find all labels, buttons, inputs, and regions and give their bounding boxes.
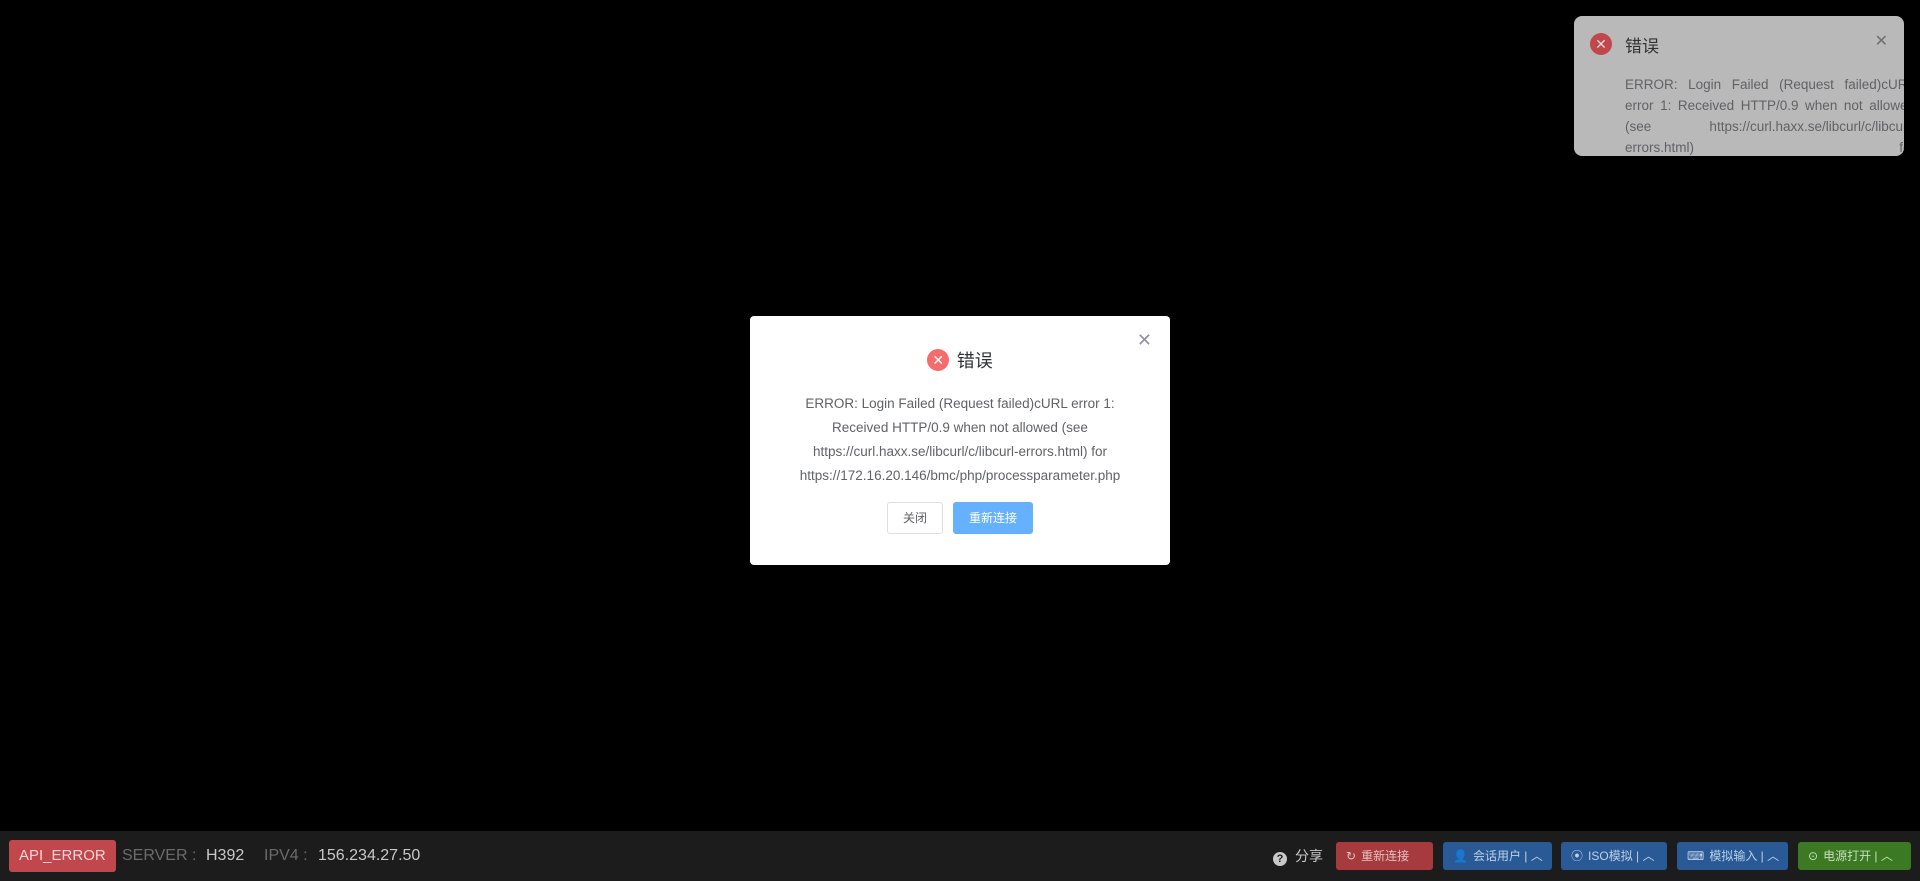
dialog-title: 错误 <box>956 351 993 371</box>
power-label: 电源打开 | ︿ <box>1823 849 1893 863</box>
share-button[interactable]: ? 分享 <box>1273 831 1323 881</box>
disc-icon: ⦿ <box>1571 849 1584 863</box>
status-bar: API_ERROR SERVER : H392 IPV4 : 156.234.2… <box>0 831 1920 881</box>
session-users-button[interactable]: 👤 会话用户 | ︿ <box>1443 842 1552 870</box>
status-badge: API_ERROR <box>9 840 116 872</box>
toast-close-icon[interactable]: ✕ <box>1875 33 1888 51</box>
session-users-label: 会话用户 | ︿ <box>1472 849 1543 863</box>
reconnect-button[interactable]: 重新连接 <box>953 502 1034 534</box>
power-icon: ⊙ <box>1808 849 1819 863</box>
ipv4-label: IPV4 : <box>264 847 308 864</box>
toast-title: 错误 <box>1625 37 1659 56</box>
error-circle-icon: ✕ <box>1590 33 1612 55</box>
share-label: 分享 <box>1295 848 1323 864</box>
virtual-input-label: 模拟输入 | ︿ <box>1709 849 1780 863</box>
keyboard-icon: ⌨ <box>1687 849 1705 863</box>
iso-mount-label: ISO模拟 | ︿ <box>1588 849 1655 863</box>
toast-message: ERROR: Login Failed (Request failed)cURL… <box>1625 77 1904 155</box>
help-icon: ? <box>1273 852 1287 866</box>
server-label: SERVER : <box>122 847 197 864</box>
server-value: H392 <box>206 847 245 864</box>
dialog-header: ✕ 错误 <box>750 347 1170 373</box>
ipv4-value: 156.234.27.50 <box>318 847 421 864</box>
error-dialog: ✕ ✕ 错误 ERROR: Login Failed (Request fail… <box>750 316 1170 565</box>
dialog-footer: 关闭 重新连接 <box>750 502 1170 534</box>
power-button[interactable]: ⊙ 电源打开 | ︿ <box>1798 842 1911 870</box>
reconnect-toolbar-button[interactable]: ↻ 重新连接 <box>1336 842 1433 870</box>
user-icon: 👤 <box>1453 849 1468 863</box>
reconnect-toolbar-label: 重新连接 <box>1361 849 1410 863</box>
error-toast: ✕ 错误 ✕ ERROR: Login Failed (Request fail… <box>1574 16 1904 156</box>
iso-mount-button[interactable]: ⦿ ISO模拟 | ︿ <box>1561 842 1667 870</box>
virtual-input-button[interactable]: ⌨ 模拟输入 | ︿ <box>1677 842 1788 870</box>
refresh-icon: ↻ <box>1346 849 1357 863</box>
dialog-message: ERROR: Login Failed (Request failed)cURL… <box>799 396 1121 483</box>
close-button[interactable]: 关闭 <box>886 502 943 534</box>
error-circle-icon: ✕ <box>927 349 950 371</box>
